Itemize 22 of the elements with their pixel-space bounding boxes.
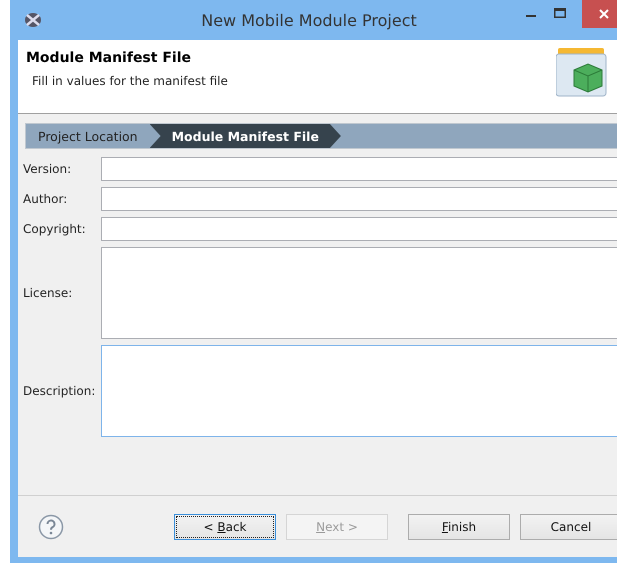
close-button[interactable] <box>582 0 617 28</box>
app-icon <box>24 12 42 28</box>
dialog-button[interactable]: < Back <box>174 514 276 540</box>
wizard-step[interactable]: Module Manifest File <box>150 124 341 148</box>
field-label: Description: <box>23 384 96 398</box>
dialog-button[interactable]: Cancel <box>520 514 617 540</box>
field-label: Copyright: <box>23 222 87 236</box>
field-label: Version: <box>23 162 72 176</box>
page-description: Fill in values for the manifest file <box>32 74 229 88</box>
help-icon[interactable] <box>38 514 64 540</box>
maximize-button[interactable] <box>554 8 566 18</box>
field-label: License: <box>23 286 74 300</box>
input-field[interactable] <box>101 157 617 181</box>
page-title: Module Manifest File <box>26 50 192 66</box>
field-label: Author: <box>23 192 68 206</box>
input-field[interactable] <box>101 217 617 241</box>
text-area[interactable] <box>101 247 617 339</box>
dialog-button[interactable]: Finish <box>408 514 510 540</box>
minimize-button[interactable] <box>526 15 536 18</box>
input-field[interactable] <box>101 187 617 211</box>
window-title: New Mobile Module Project <box>200 10 418 30</box>
text-area[interactable] <box>101 345 617 437</box>
